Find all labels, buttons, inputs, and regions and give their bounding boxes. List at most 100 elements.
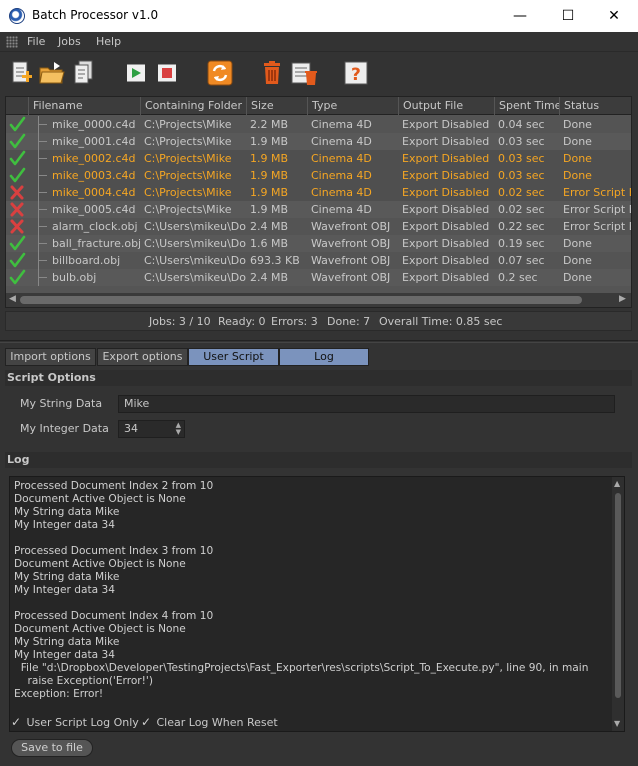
minimize-button[interactable]: — [497,4,543,28]
table-row[interactable]: mike_0004.c4d C:\Projects\Mike 1.9 MB Cinem… [6,184,631,201]
table-row[interactable]: mike_0005.c4d C:\Projects\Mike 1.9 MB Cinem… [6,201,631,218]
cell-status: Error Script Ex [563,203,631,216]
stepper-arrows-icon[interactable]: ▲ ▼ [176,422,181,436]
clear-list-button[interactable] [290,59,318,87]
checkmark-icon: ✓ [141,715,152,729]
integer-data-stepper[interactable]: 34 ▲ ▼ [118,420,185,438]
table-row[interactable]: mike_0003.c4d C:\Projects\Mike 1.9 MB Cinem… [6,167,631,184]
tree-connector [38,116,48,133]
add-folder-button[interactable] [38,59,66,87]
menu-jobs[interactable]: Jobs [58,35,81,48]
success-check-icon [9,167,26,183]
table-row[interactable]: bulb.obj C:\Users\mikeu\Doc 2.4 MB Wavefron… [6,269,631,286]
header-type[interactable]: Type [307,97,398,115]
cell-type: Cinema 4D [311,152,372,165]
scroll-down-icon[interactable]: ▼ [614,719,620,728]
reset-button[interactable] [206,59,234,87]
cell-size: 1.9 MB [250,203,289,216]
tree-connector [38,167,48,184]
copy-list-button[interactable] [70,59,98,87]
tree-connector [38,269,48,286]
integer-data-label: My Integer Data [20,422,109,435]
table-row[interactable]: alarm_clock.obj C:\Users\mikeu\Doc 2.4 MB W… [6,218,631,235]
header-output-file[interactable]: Output File [398,97,494,115]
cell-spent-time: 0.02 sec [498,203,545,216]
cell-type: Cinema 4D [311,186,372,199]
tab-user-script[interactable]: User Script [188,348,279,366]
cell-spent-time: 0.22 sec [498,220,545,233]
cell-containing-folder: C:\Projects\Mike [144,169,232,182]
add-file-button[interactable] [8,59,36,87]
scrollbar-thumb[interactable] [20,296,582,304]
help-button[interactable]: ? [342,59,370,87]
integer-data-value: 34 [124,422,138,435]
table-row[interactable]: mike_0001.c4d C:\Projects\Mike 1.9 MB Cinem… [6,133,631,150]
user-script-log-only-label: User Script Log Only [26,716,139,729]
splitter[interactable] [0,340,638,343]
scroll-right-icon[interactable]: ▶ [619,294,626,304]
cell-type: Wavefront OBJ [311,254,391,267]
jobs-table[interactable]: Filename Containing Folder Size Type Out… [5,96,632,308]
save-to-file-button[interactable]: Save to file [11,739,93,757]
log-output[interactable]: Processed Document Index 2 from 10 Docum… [9,476,625,732]
toolbar: ? [0,53,638,93]
cinema4d-app-icon [9,8,25,24]
cell-containing-folder: C:\Users\mikeu\Doc [144,271,246,284]
user-script-log-only-checkbox[interactable]: ✓ User Script Log Only [11,715,139,729]
cell-spent-time: 0.03 sec [498,135,545,148]
tree-connector [38,133,48,150]
log-vertical-scrollbar[interactable]: ▲ ▼ [612,477,624,731]
script-options-header[interactable]: Script Options [5,370,632,386]
title-bar: Batch Processor v1.0 — ☐ ✕ [0,0,638,32]
tree-connector [38,252,48,269]
header-spent-time[interactable]: Spent Time [494,97,559,115]
log-text: Processed Document Index 2 from 10 Docum… [14,480,589,700]
tree-connector [38,218,48,235]
cell-type: Cinema 4D [311,169,372,182]
horizontal-scrollbar[interactable]: ◀ ▶ [6,293,631,307]
string-data-input[interactable]: Mike [118,395,615,413]
success-check-icon [9,269,26,285]
cell-status: Done [563,152,592,165]
scroll-up-icon[interactable]: ▲ [614,479,620,488]
close-button[interactable]: ✕ [591,4,637,28]
cell-filename: mike_0000.c4d [52,118,136,131]
table-row[interactable]: mike_0002.c4d C:\Projects\Mike 1.9 MB Cinem… [6,150,631,167]
cell-type: Wavefront OBJ [311,271,391,284]
tab-log[interactable]: Log [279,348,369,366]
table-row[interactable]: mike_0000.c4d C:\Projects\Mike 2.2 MB Cinem… [6,116,631,133]
status-ready: Ready: 0 [218,315,266,328]
cell-type: Cinema 4D [311,203,372,216]
log-scrollbar-thumb[interactable] [615,493,621,698]
status-errors: Errors: 3 [271,315,318,328]
delete-button[interactable] [258,59,286,87]
string-data-label: My String Data [20,397,103,410]
header-containing-folder[interactable]: Containing Folder [140,97,246,115]
header-filename[interactable]: Filename [28,97,140,115]
clear-log-when-reset-checkbox[interactable]: ✓ Clear Log When Reset [141,715,278,729]
clear-list-icon [291,62,317,85]
stop-button[interactable] [153,59,181,87]
error-x-icon [10,219,24,234]
cell-status: Done [563,118,592,131]
error-x-icon [10,202,24,217]
menu-file[interactable]: File [27,35,45,48]
header-size[interactable]: Size [246,97,307,115]
header-status[interactable]: Status [559,97,631,115]
menu-help[interactable]: Help [96,35,121,48]
log-header[interactable]: Log [5,452,632,468]
maximize-button[interactable]: ☐ [545,4,591,28]
tab-import-options[interactable]: Import options [5,348,96,366]
status-done: Done: 7 [327,315,371,328]
tab-export-options[interactable]: Export options [97,348,188,366]
window-title: Batch Processor v1.0 [32,8,159,22]
success-check-icon [9,235,26,251]
scroll-left-icon[interactable]: ◀ [9,294,16,304]
table-row[interactable]: ball_fracture.obj C:\Users\mikeu\Doc 1.6 M… [6,235,631,252]
cell-status: Done [563,135,592,148]
table-row[interactable]: billboard.obj C:\Users\mikeu\Doc 693.3 KB W… [6,252,631,269]
checkmark-icon: ✓ [11,715,22,729]
run-button[interactable] [122,59,150,87]
cell-filename: mike_0001.c4d [52,135,136,148]
cell-status: Error Script Ex [563,186,631,199]
